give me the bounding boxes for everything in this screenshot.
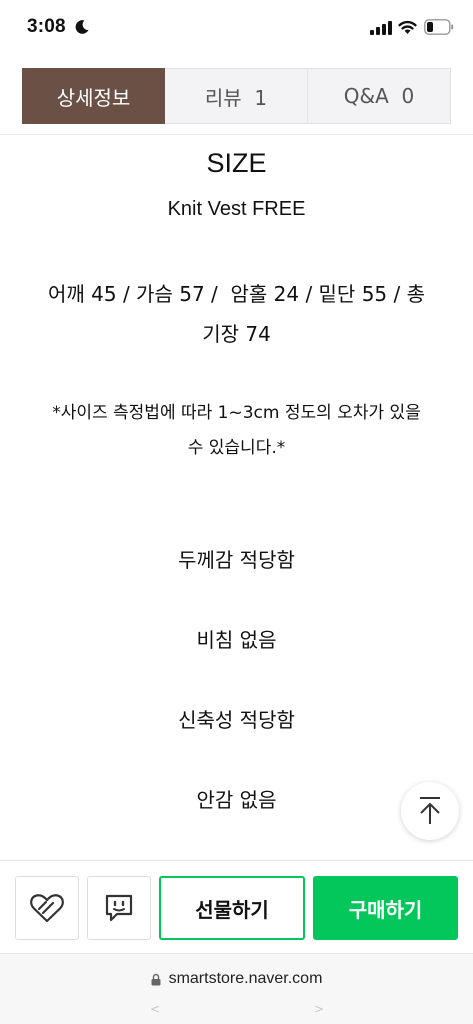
tab-qna-label: Q&A 0 bbox=[343, 84, 415, 108]
tab-reviews-label: 리뷰 1 bbox=[204, 85, 268, 110]
tabs-divider bbox=[0, 134, 473, 135]
url-text: smartstore.naver.com bbox=[168, 970, 323, 987]
tab-qna[interactable]: Q&A 0 bbox=[308, 68, 451, 124]
detail-tabs: 상세정보 리뷰 1 Q&A 0 bbox=[22, 68, 451, 124]
tab-reviews[interactable]: 리뷰 1 bbox=[165, 68, 308, 124]
status-time: 3:08 bbox=[27, 16, 66, 37]
size-note-line: *사이즈 측정법에 따라 1~3cm 정도의 오차가 있을 bbox=[52, 403, 421, 423]
talk-icon bbox=[105, 894, 133, 922]
tab-detail-info-label: 상세정보 bbox=[56, 85, 131, 110]
back-arrow-icon[interactable]: < bbox=[150, 1002, 160, 1016]
gift-button[interactable]: 선물하기 bbox=[159, 876, 305, 940]
forward-arrow-icon[interactable]: > bbox=[314, 1002, 324, 1016]
signal-icon bbox=[370, 21, 392, 35]
measurements-line: 기장 74 bbox=[202, 322, 271, 346]
purchase-action-bar: 선물하기 구매하기 bbox=[0, 860, 473, 953]
battery-icon bbox=[424, 19, 454, 35]
talk-button[interactable] bbox=[87, 876, 151, 940]
detail-stretch: 신축성 적당함 bbox=[178, 708, 295, 732]
status-bar: 3:08 bbox=[0, 0, 473, 58]
like-button[interactable] bbox=[15, 876, 79, 940]
measurements-line: 어깨 45 / 가슴 57 / 암홀 24 / 밑단 55 / 총 bbox=[48, 282, 425, 306]
moon-icon bbox=[75, 20, 89, 34]
wifi-icon bbox=[398, 20, 417, 34]
detail-thickness: 두께감 적당함 bbox=[178, 548, 295, 572]
size-title: SIZE bbox=[206, 148, 267, 178]
scroll-top-button[interactable] bbox=[401, 782, 459, 840]
size-note-line: 수 있습니다.* bbox=[187, 438, 286, 458]
product-name: Knit Vest FREE bbox=[167, 198, 306, 220]
tab-detail-info[interactable]: 상세정보 bbox=[22, 68, 165, 124]
heart-icon bbox=[30, 894, 64, 923]
buy-button[interactable]: 구매하기 bbox=[313, 876, 458, 940]
arrow-up-icon bbox=[420, 797, 440, 824]
detail-transparency: 비침 없음 bbox=[196, 628, 277, 652]
browser-url-bar[interactable]: smartstore.naver.com < > bbox=[0, 953, 473, 1024]
lock-icon bbox=[151, 973, 161, 985]
